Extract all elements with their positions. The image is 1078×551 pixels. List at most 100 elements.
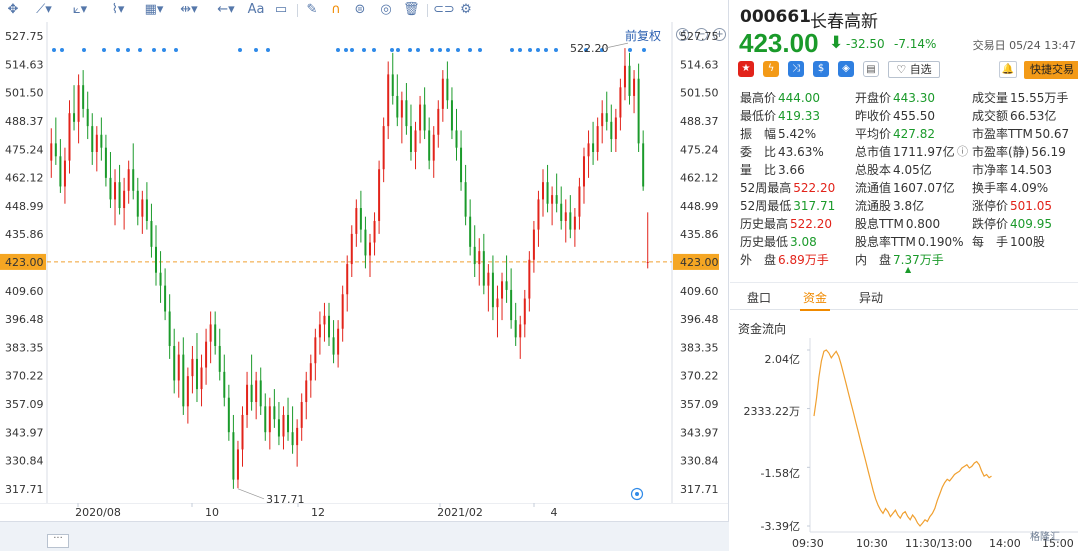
wave-tool-icon[interactable]: ⌇▾ [104,0,132,20]
y-tick-label: 317.71 [5,483,44,496]
cn-flag-icon: ★ [738,61,754,77]
candle-body [259,380,262,407]
measure-tool-icon[interactable]: ⇹▾ [176,0,202,20]
dollar-icon[interactable]: $ [813,61,829,77]
info-icon[interactable]: ⓘ [957,143,968,159]
flow-x-label: 14:00 [989,537,1021,550]
stats-value: 419.33 [778,109,821,123]
stats-row: 历史最高 522.20 股息TTM 0.800 跌停价 409.95 [740,215,1076,231]
document-icon[interactable]: ▤ [863,61,879,77]
price-change-percent: -7.14% [894,37,937,51]
event-dot [152,48,156,52]
stats-label: 委 比 [740,145,777,159]
stats-label: 外 盘 [740,253,777,267]
stats-value: 522.20 [790,217,833,231]
stats-cell: 最低价 419.33 [740,107,820,124]
stats-cell: 流通股 3.8亿 [855,197,924,214]
gear-icon[interactable]: ⚙ [458,0,474,20]
line-tool-icon[interactable]: ⟋▾ [32,0,56,20]
active-tab-indicator [800,309,830,311]
candle-body [200,367,203,390]
range-navigator[interactable] [0,521,729,551]
y-tick-label: 409.60 [5,285,44,298]
candle-body [473,246,476,265]
text-tool-button[interactable]: Aa [246,0,266,20]
stats-cell: 成交额 66.53亿 [972,107,1056,124]
fib-tool-icon[interactable]: ▦▾ [140,0,168,20]
candle-body [546,182,549,204]
stats-cell: 平均价 427.82 [855,125,935,142]
candle-body [419,104,422,131]
arrow-tool-icon[interactable]: ←▾ [212,0,240,20]
tag-icon[interactable]: ◈ [838,61,854,77]
stats-value: 427.82 [893,127,936,141]
stats-label: 成交量 [972,91,1009,105]
stats-value: 455.50 [893,109,936,123]
bell-icon[interactable]: 🔔 [999,61,1017,78]
candle-body [523,298,526,325]
stats-cell: 历史最低 3.08 [740,233,817,250]
shuffle-icon[interactable]: ⤨ [788,61,804,77]
candle-body [628,65,631,96]
comment-icon[interactable]: ▭ [272,0,290,20]
y-tick-label: 343.97 [5,426,44,439]
stats-value: 1711.97亿 [893,145,955,159]
event-dot [642,48,646,52]
candle-body [54,143,57,157]
candle-body [646,261,649,263]
kline-chart[interactable]: 527.75 527.75 514.63 514.63 501.50 501.50 488.… [0,22,729,503]
y-tick-label: 330.84 [680,455,719,468]
stats-value: 409.95 [1010,217,1053,231]
y-tick-label: 330.84 [5,455,44,468]
add-watchlist-button[interactable]: ♡ 自选 [888,61,940,78]
candle-body [400,100,403,118]
event-dot [138,48,142,52]
candle-body [154,246,157,273]
y-tick-label: 383.35 [5,341,44,354]
hide-icon[interactable]: ◎ [378,0,394,20]
y-tick-label: 448.99 [5,200,44,213]
magnet-icon[interactable]: ∩ [328,0,344,20]
candle-body [560,203,563,221]
y-tick-label: 370.22 [680,370,719,383]
stats-cell: 52周最低 317.71 [740,197,835,214]
channel-tool-icon[interactable]: ⟀▾ [66,0,94,20]
stats-cell: 股息TTM 0.800 [855,215,940,232]
candle-body [428,130,431,161]
event-dot [362,48,366,52]
trash-icon[interactable]: 🗑 [403,0,420,20]
tab-capital[interactable]: 资金 [803,289,827,306]
stats-cell: 市盈率(静) 56.19 [972,143,1066,160]
lightning-icon[interactable]: ϟ [763,61,779,77]
more-dots-icon[interactable]: ··· [47,534,69,548]
lock-icon[interactable]: ⊜ [352,0,368,20]
candle-body [305,380,308,403]
stats-value: 501.05 [1010,199,1053,213]
candle-body [450,100,453,131]
stats-value: 66.53亿 [1010,109,1057,123]
candle-body [91,126,94,152]
layers-icon[interactable]: ⊂⊃ [433,0,455,20]
stats-label: 涨停价 [972,199,1009,213]
event-dot [456,48,460,52]
y-tick-label: 423.00 [5,256,44,269]
watchlist-label: 自选 [909,63,932,76]
tab-orderbook[interactable]: 盘口 [747,289,771,306]
pencil-icon[interactable]: ✎ [304,0,320,20]
quick-trade-button[interactable]: 快捷交易 [1024,61,1078,79]
stats-value: 3.66 [778,163,805,177]
candle-body [332,337,335,355]
y-tick-label: 423.00 [680,256,719,269]
price-change: -32.50 [846,37,885,51]
candle-body [469,216,472,247]
tab-anomaly[interactable]: 异动 [859,289,883,306]
candle-body [291,432,294,446]
candle-body [236,449,239,480]
crosshair-icon[interactable]: ✥ [5,0,21,20]
candle-body [77,85,80,122]
candle-body [359,208,362,230]
y-tick-label: 475.24 [680,143,719,156]
candle-body [364,229,367,256]
candle-body [86,108,89,127]
flow-line [813,349,992,527]
